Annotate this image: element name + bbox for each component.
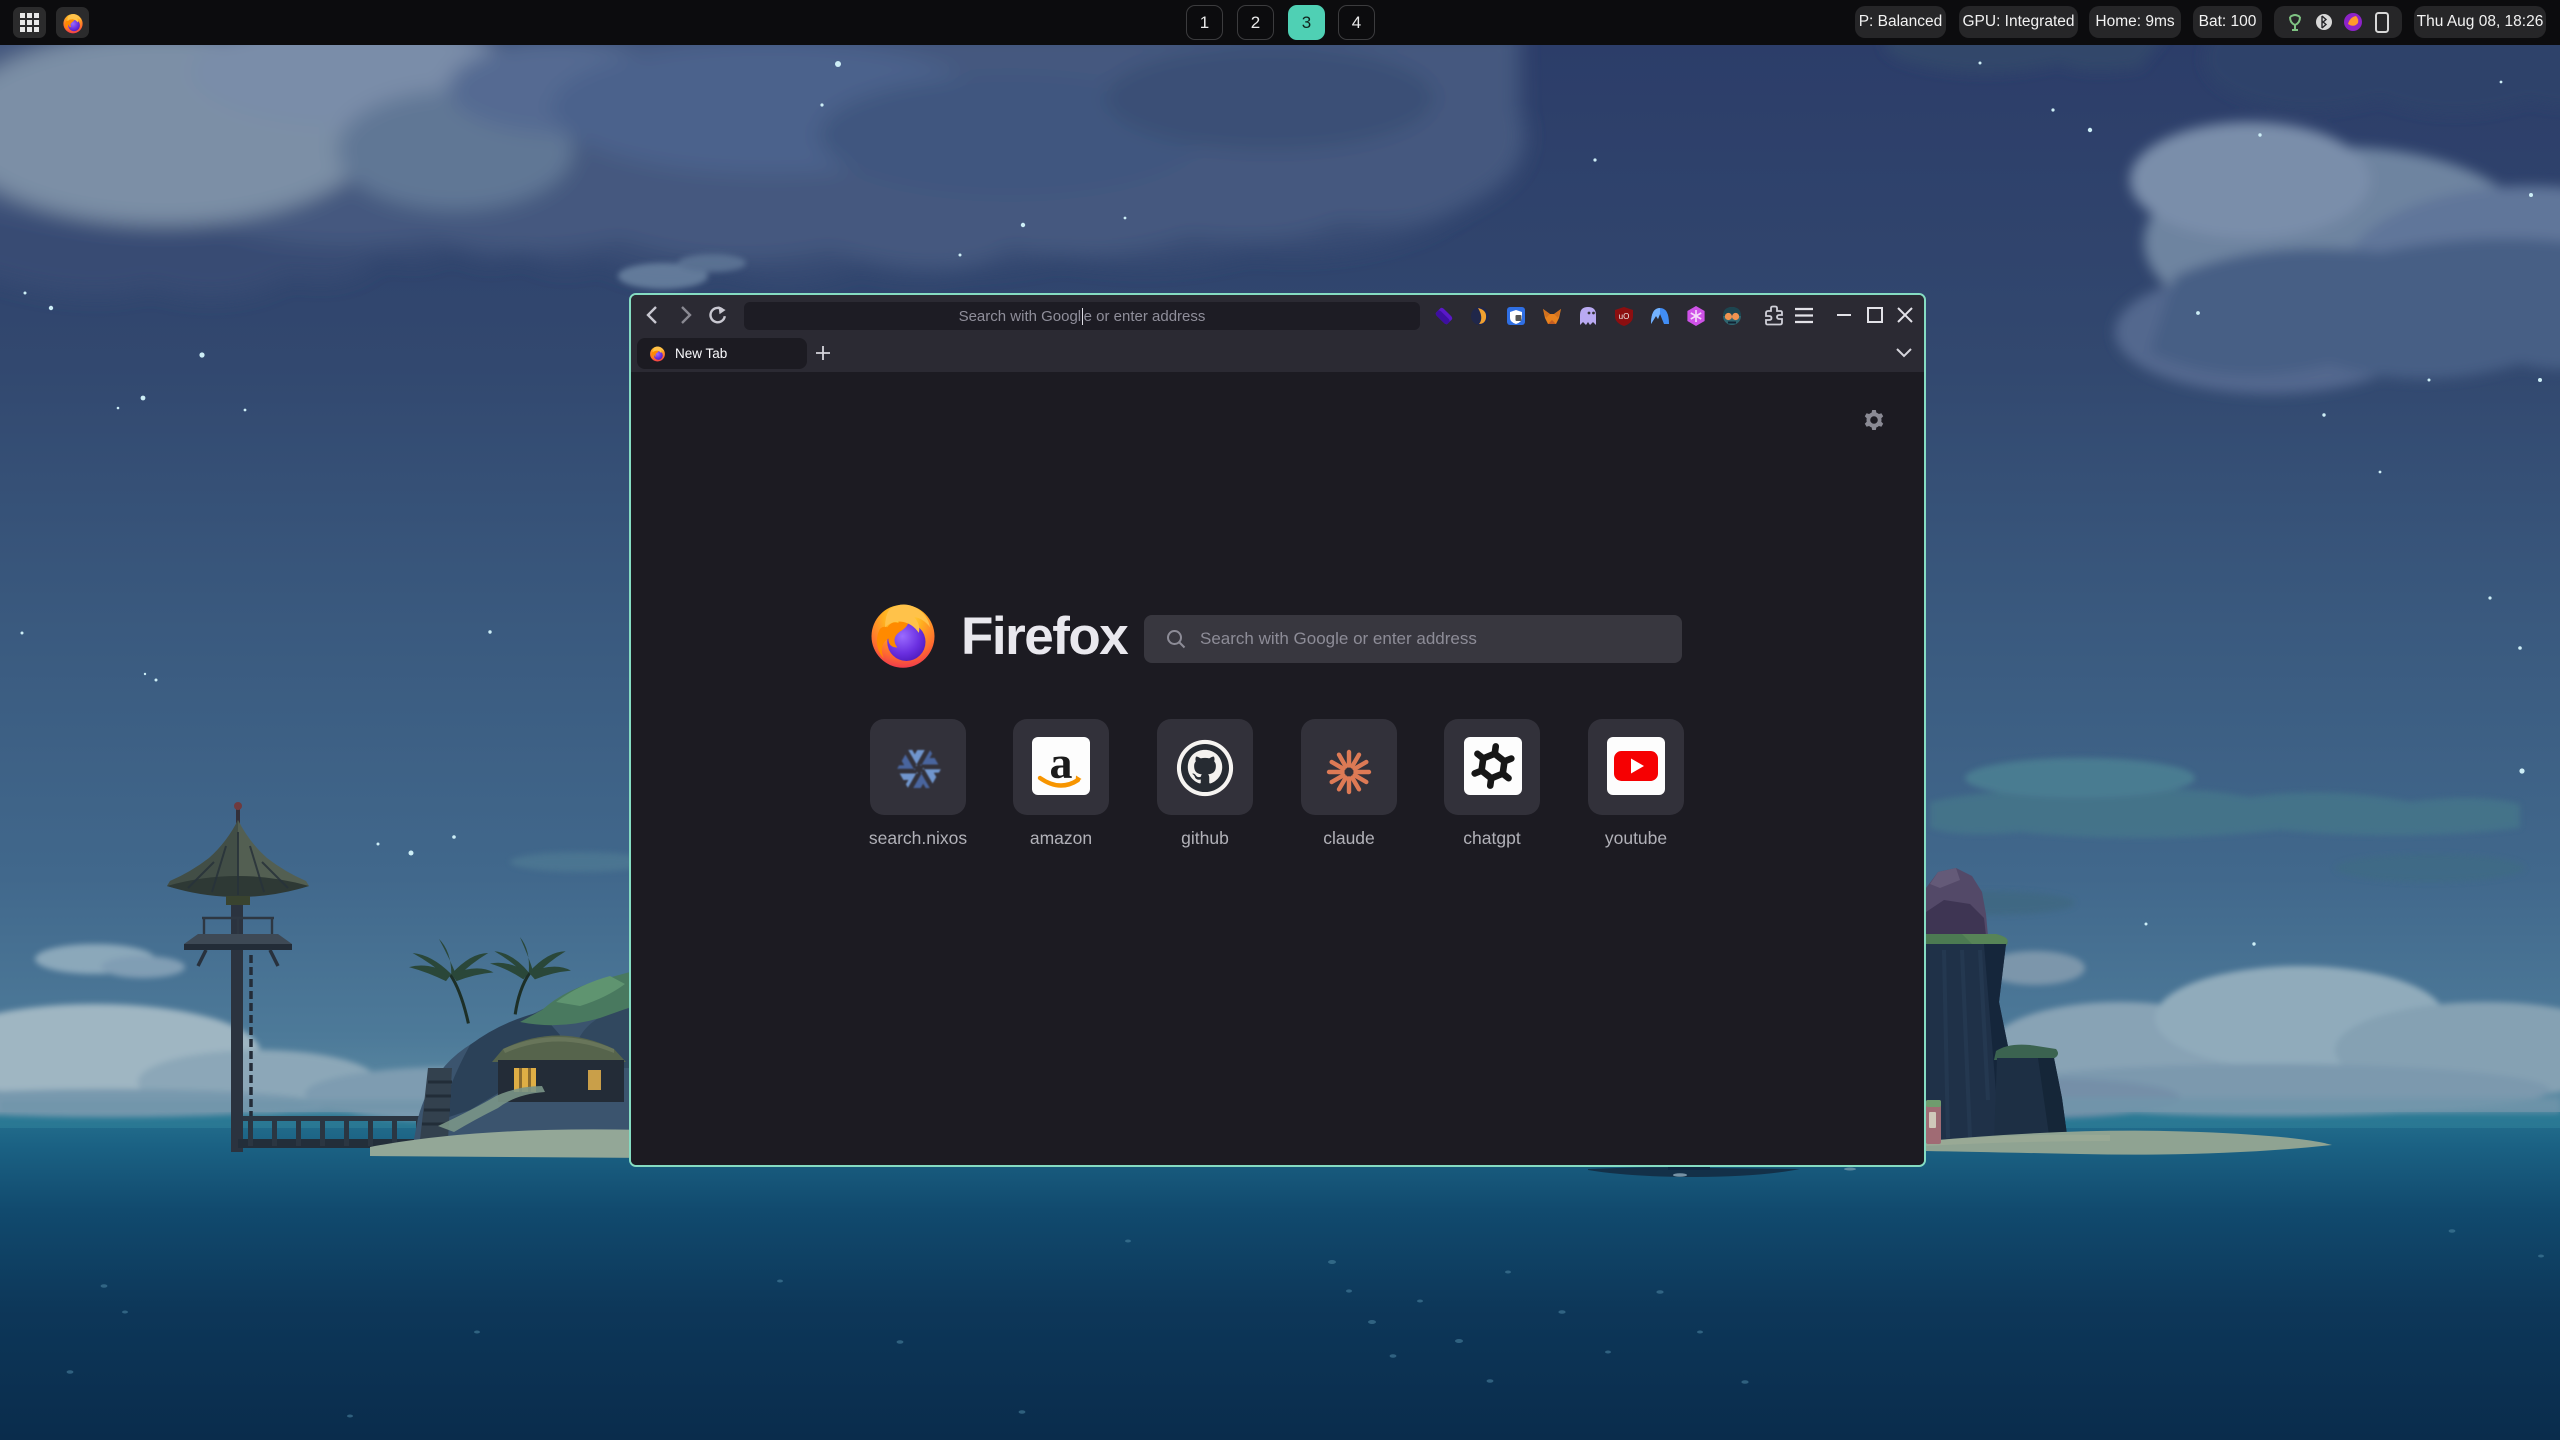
svg-text:a: a (1050, 737, 1073, 788)
svg-text:uO: uO (1619, 312, 1630, 321)
